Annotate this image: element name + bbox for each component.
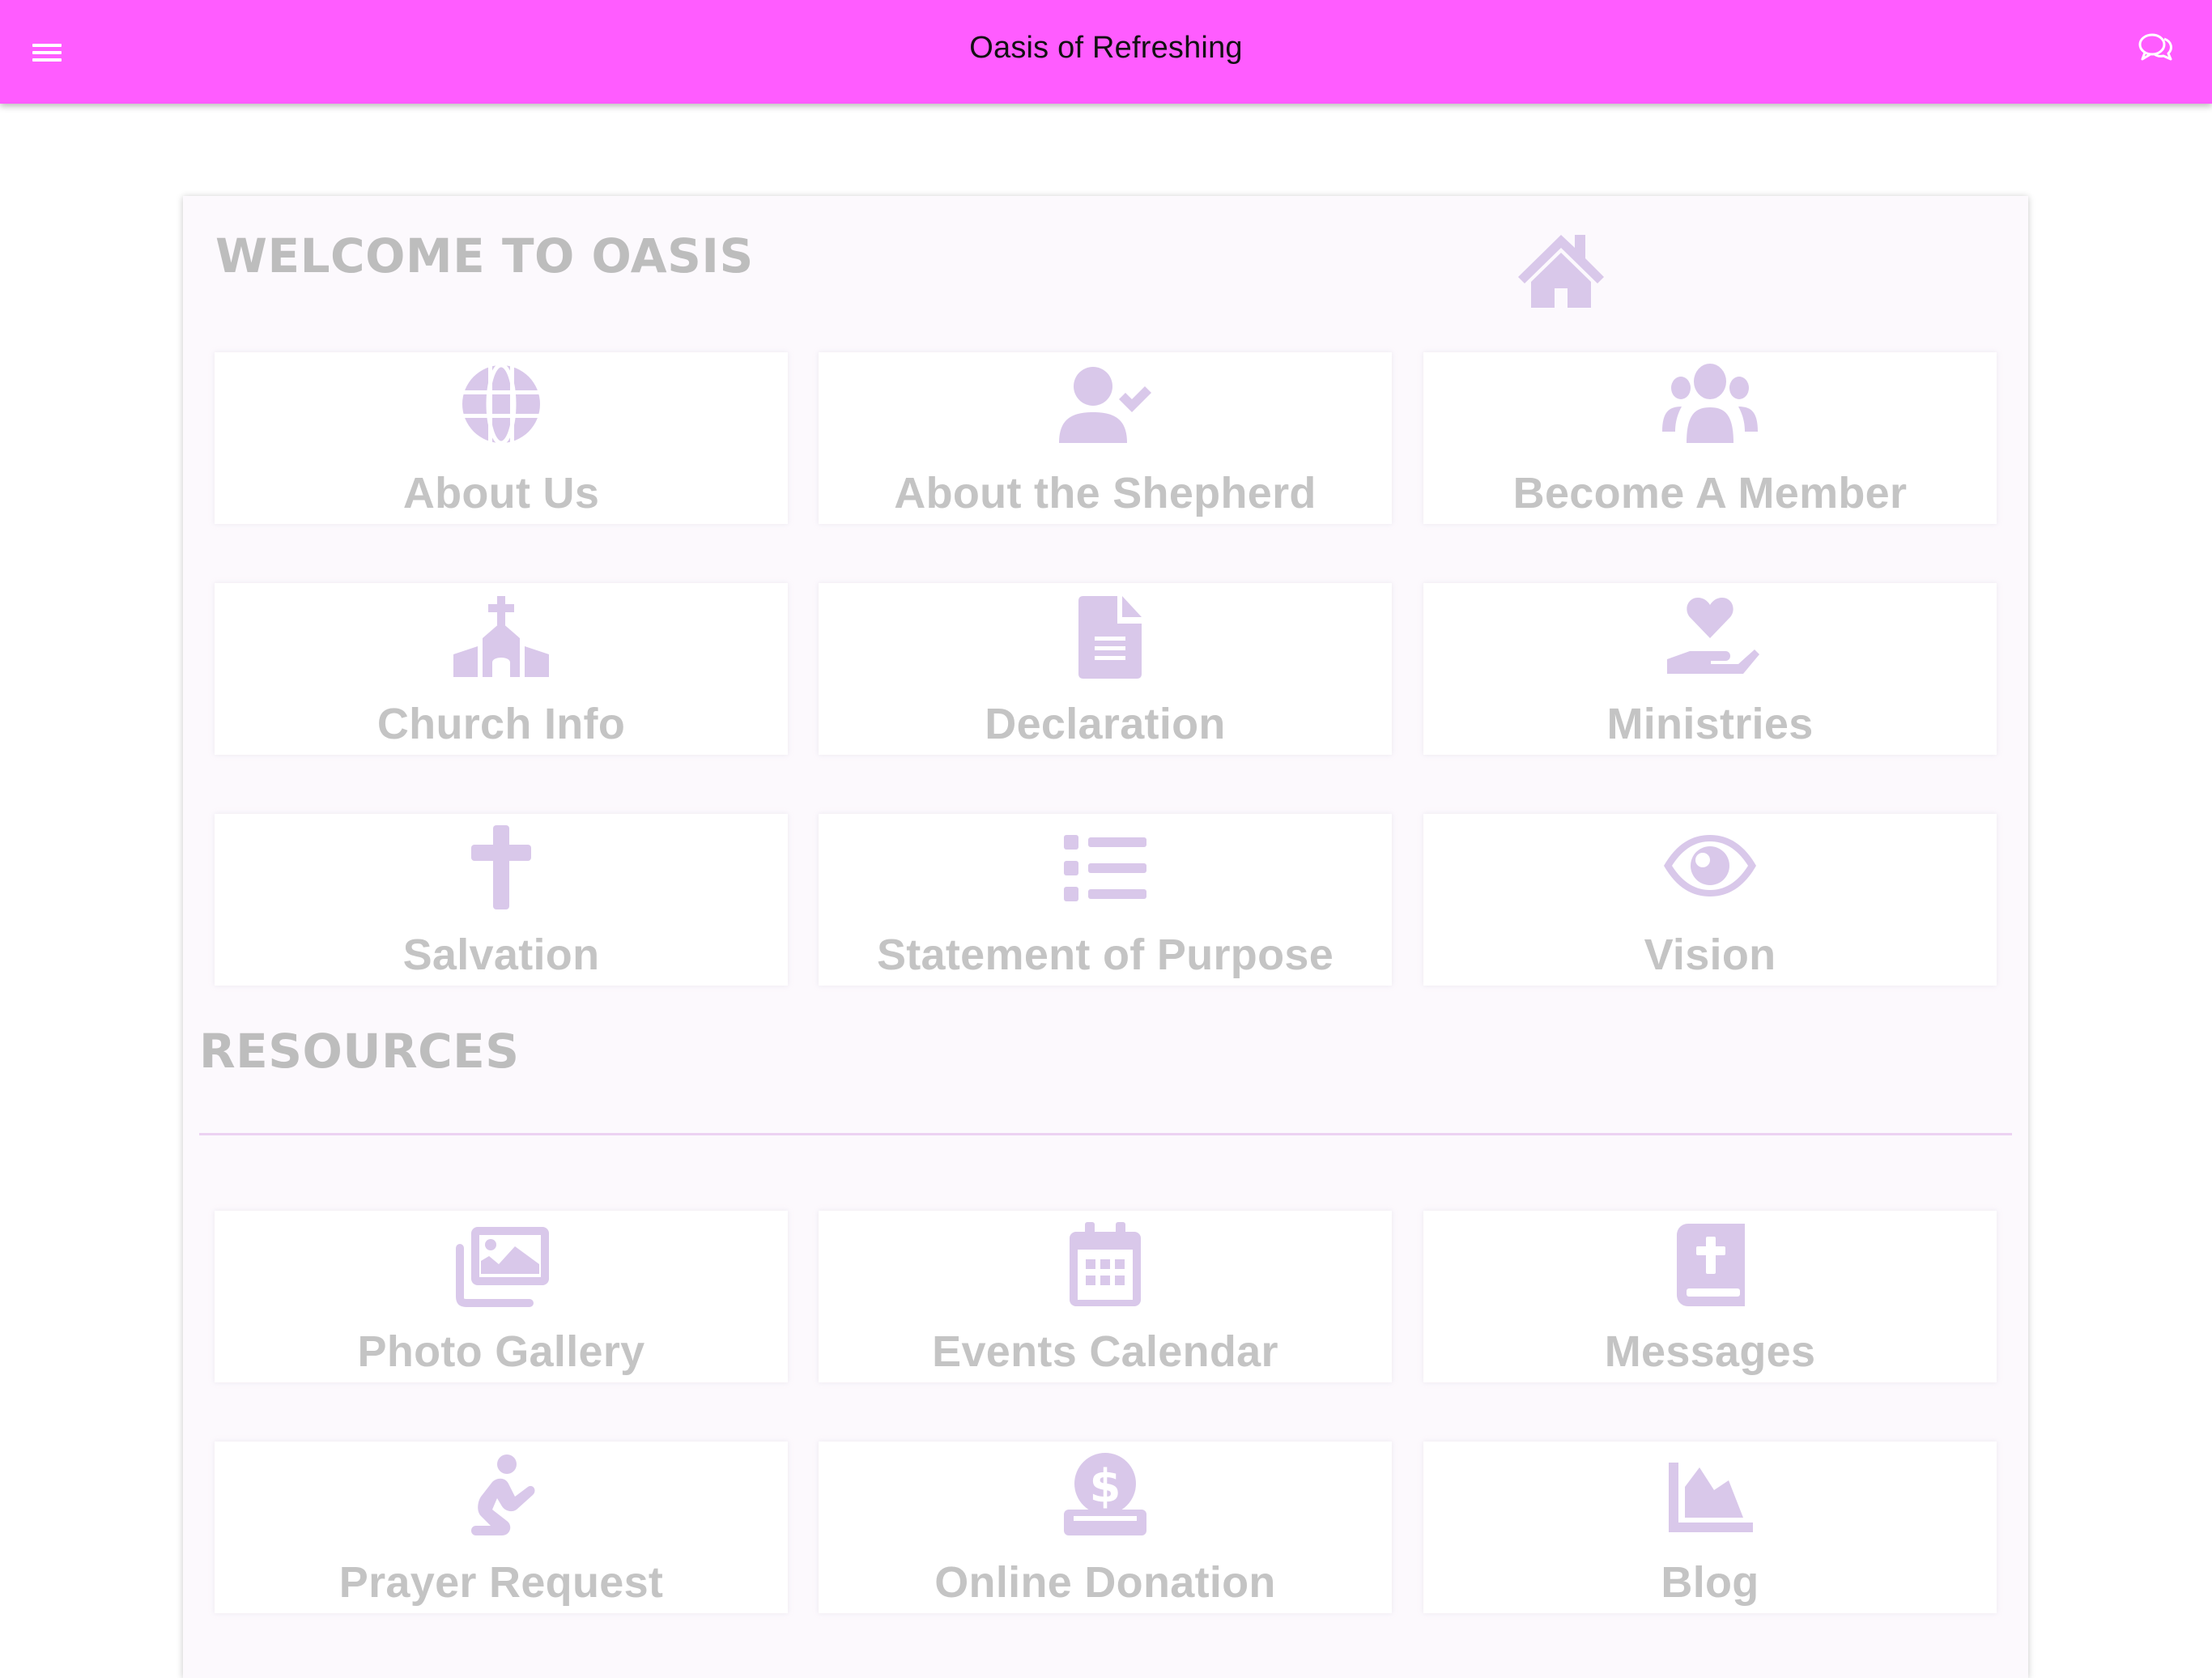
tile-declaration[interactable]: Declaration xyxy=(819,583,1392,755)
document-icon xyxy=(1053,593,1158,682)
tile-ministries[interactable]: Ministries xyxy=(1423,583,1997,755)
bible-icon xyxy=(1657,1220,1763,1310)
user-check-icon xyxy=(1053,362,1158,451)
resources-title: RESOURCES xyxy=(199,1024,520,1079)
tile-label: Statement of Purpose xyxy=(876,931,1334,979)
tile-become-a-member[interactable]: Become A Member xyxy=(1423,352,1997,524)
tile-statement-of-purpose[interactable]: Statement of Purpose xyxy=(819,814,1392,986)
tile-label: About the Shepherd xyxy=(894,469,1317,517)
tile-label: Declaration xyxy=(985,700,1226,748)
section-divider xyxy=(199,1133,2012,1135)
tile-label: Online Donation xyxy=(934,1558,1276,1607)
svg-text:$: $ xyxy=(1090,1460,1121,1513)
donate-icon: $ xyxy=(1053,1451,1158,1540)
tile-online-donation[interactable]: $ Online Donation xyxy=(819,1442,1392,1613)
tile-about-us[interactable]: About Us xyxy=(215,352,788,524)
tile-label: Photo Gallery xyxy=(357,1327,645,1376)
tile-messages[interactable]: Messages xyxy=(1423,1211,1997,1382)
tile-label: Events Calendar xyxy=(932,1327,1278,1376)
tile-label: About Us xyxy=(402,469,600,517)
calendar-icon xyxy=(1053,1220,1158,1310)
tile-about-the-shepherd[interactable]: About the Shepherd xyxy=(819,352,1392,524)
chat-bubbles-icon[interactable] xyxy=(2134,29,2180,70)
tile-blog[interactable]: Blog xyxy=(1423,1442,1997,1613)
tile-photo-gallery[interactable]: Photo Gallery xyxy=(215,1211,788,1382)
tile-label: Prayer Request xyxy=(338,1558,664,1607)
tile-events-calendar[interactable]: Events Calendar xyxy=(819,1211,1392,1382)
eye-icon xyxy=(1657,824,1763,913)
tile-vision[interactable]: Vision xyxy=(1423,814,1997,986)
cross-icon xyxy=(449,824,554,913)
tile-label: Salvation xyxy=(402,931,600,979)
welcome-title: WELCOME TO OASIS xyxy=(215,228,754,283)
list-icon xyxy=(1053,824,1158,913)
tile-salvation[interactable]: Salvation xyxy=(215,814,788,986)
home-icon xyxy=(1513,228,1609,308)
church-icon xyxy=(449,593,554,682)
area-chart-icon xyxy=(1657,1451,1763,1540)
tile-label: Become A Member xyxy=(1512,469,1908,517)
tile-prayer-request[interactable]: Prayer Request xyxy=(215,1442,788,1613)
tile-church-info[interactable]: Church Info xyxy=(215,583,788,755)
tile-label: Messages xyxy=(1604,1327,1816,1376)
tile-label: Vision xyxy=(1644,931,1776,979)
app-header: Oasis of Refreshing xyxy=(0,0,2212,104)
users-group-icon xyxy=(1657,362,1763,451)
globe-icon xyxy=(449,362,554,451)
tile-label: Blog xyxy=(1661,1558,1759,1607)
main-card: WELCOME TO OASIS About Us About the Shep… xyxy=(183,196,2028,1678)
images-icon xyxy=(449,1220,554,1310)
hand-holding-heart-icon xyxy=(1657,593,1763,682)
app-title: Oasis of Refreshing xyxy=(969,31,1243,65)
tile-label: Ministries xyxy=(1606,700,1814,748)
tile-label: Church Info xyxy=(376,700,626,748)
praying-person-icon xyxy=(449,1451,554,1540)
